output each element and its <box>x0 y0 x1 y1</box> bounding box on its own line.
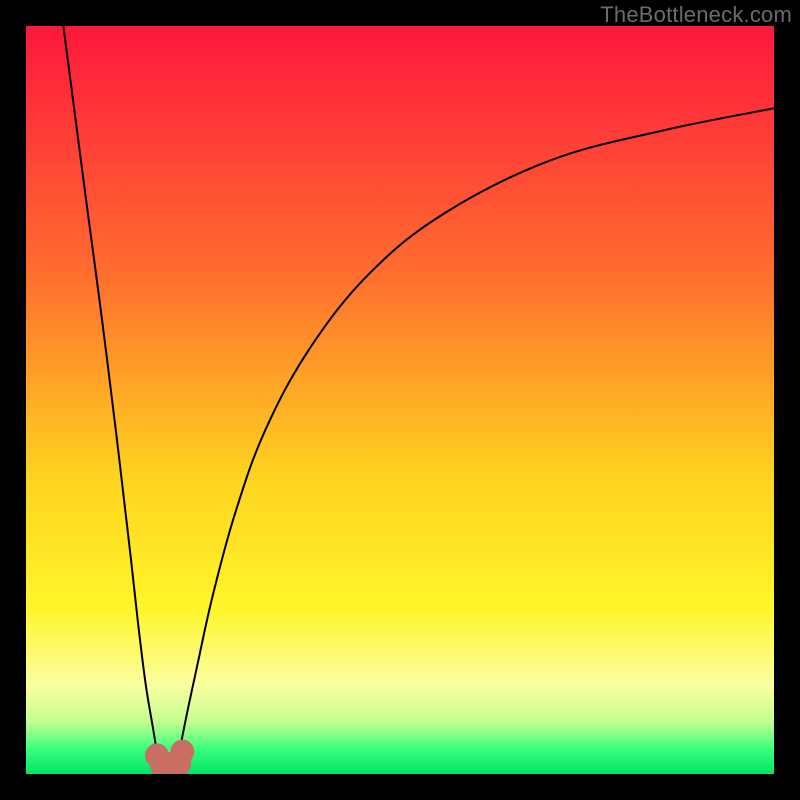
marker-dot <box>170 740 194 764</box>
bottleneck-curve-chart <box>26 26 774 774</box>
chart-frame: TheBottleneck.com <box>0 0 800 800</box>
watermark-text: TheBottleneck.com <box>600 2 792 28</box>
plot-area <box>26 26 774 774</box>
gradient-background <box>26 26 774 774</box>
